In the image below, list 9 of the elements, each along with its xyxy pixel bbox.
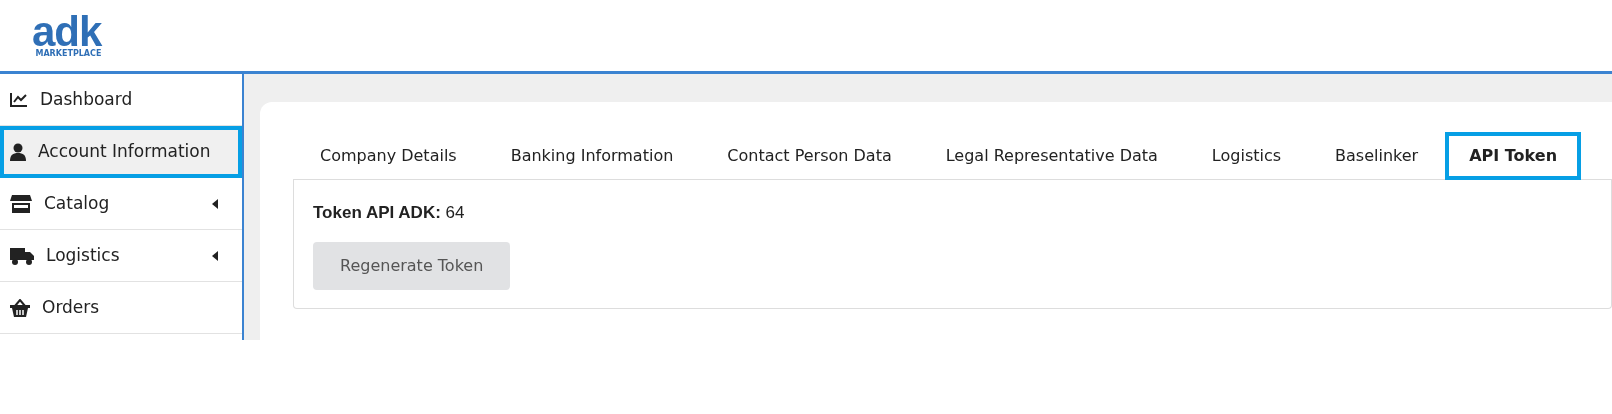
user-icon: [10, 142, 26, 161]
logo-tagline: MARKETPLACE: [35, 50, 102, 59]
basket-icon: [10, 298, 30, 317]
chart-icon: [10, 91, 28, 108]
store-icon: [10, 194, 32, 213]
token-text: Token API ADK: 64: [313, 202, 466, 224]
tab[interactable]: API Token: [1445, 132, 1582, 180]
truck-icon: [10, 246, 34, 265]
sidebar-item[interactable]: Account Information: [0, 126, 242, 178]
